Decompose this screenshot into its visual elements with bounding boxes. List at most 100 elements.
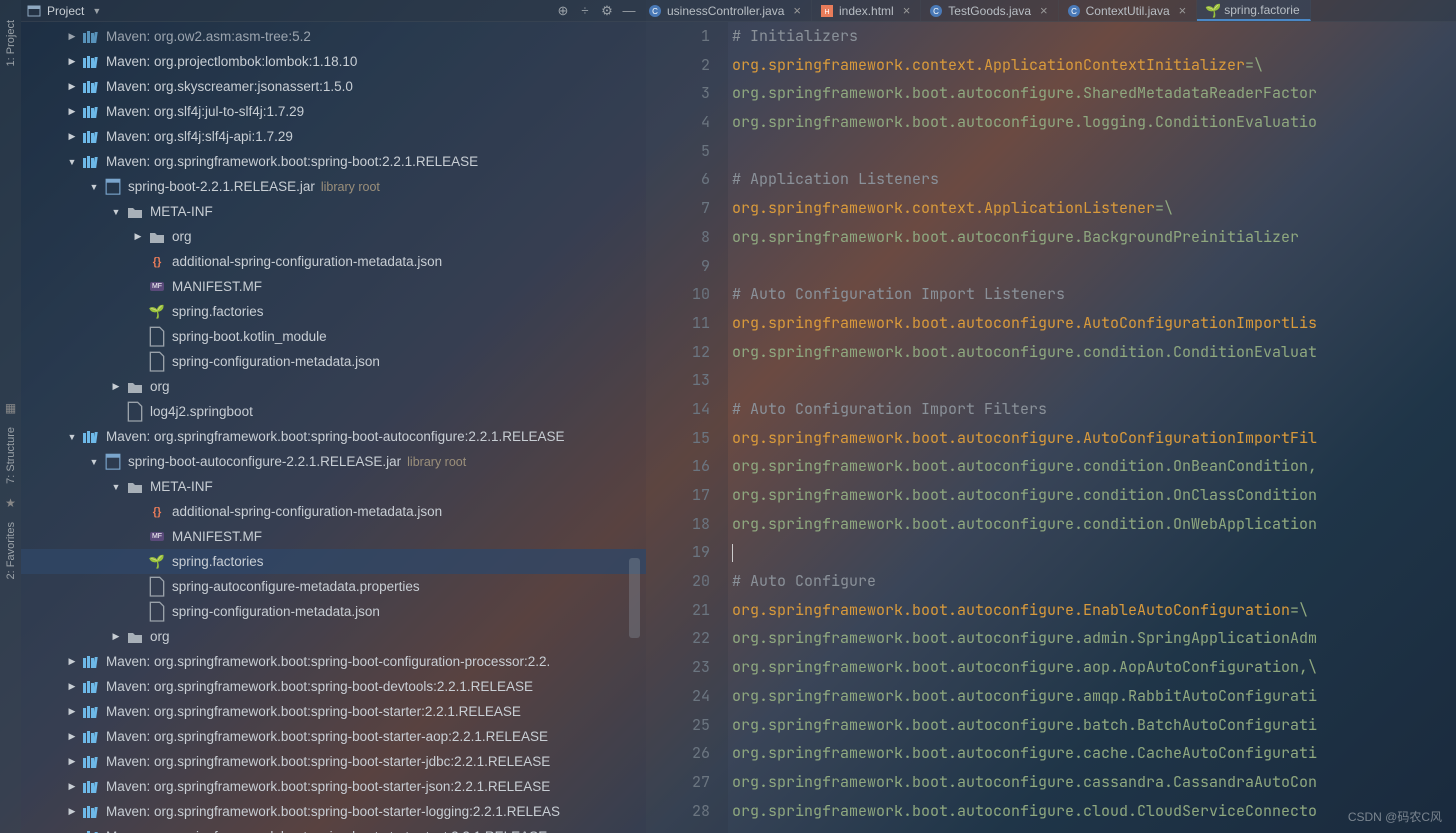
tab-contextutiljava[interactable]: CContextUtil.java× bbox=[1059, 0, 1198, 21]
code-line[interactable]: org.springframework.boot.autoconfigure.c… bbox=[732, 739, 1456, 768]
code-line[interactable]: org.springframework.context.ApplicationC… bbox=[732, 51, 1456, 80]
tree-item[interactable]: spring-autoconfigure-metadata.properties bbox=[21, 574, 646, 599]
tree-arrow-icon[interactable]: ▶ bbox=[65, 131, 79, 142]
code-line[interactable]: org.springframework.boot.autoconfigure.A… bbox=[732, 424, 1456, 453]
tree-item[interactable]: {}additional-spring-configuration-metada… bbox=[21, 249, 646, 274]
tree-item[interactable]: ▶org bbox=[21, 224, 646, 249]
tree-arrow-icon[interactable]: ▶ bbox=[65, 81, 79, 92]
tree-arrow-icon[interactable]: ▼ bbox=[109, 207, 123, 217]
code-line[interactable] bbox=[732, 137, 1456, 166]
tool-project[interactable]: 1: Project bbox=[5, 20, 17, 66]
code-line[interactable]: org.springframework.context.ApplicationL… bbox=[732, 194, 1456, 223]
tree-item[interactable]: ▶Maven: org.slf4j:jul-to-slf4j:1.7.29 bbox=[21, 99, 646, 124]
code-line[interactable]: org.springframework.boot.autoconfigure.E… bbox=[732, 596, 1456, 625]
tree-item[interactable]: ▶org bbox=[21, 374, 646, 399]
tree-item[interactable]: MFMANIFEST.MF bbox=[21, 524, 646, 549]
tree-arrow-icon[interactable]: ▶ bbox=[65, 806, 79, 817]
dropdown-icon[interactable]: ▼ bbox=[92, 6, 101, 16]
tree-item[interactable]: ▶Maven: org.slf4j:slf4j-api:1.7.29 bbox=[21, 124, 646, 149]
code-line[interactable]: # Application Listeners bbox=[732, 165, 1456, 194]
tree-item[interactable]: ▼spring-boot-autoconfigure-2.2.1.RELEASE… bbox=[21, 449, 646, 474]
tree-arrow-icon[interactable]: ▶ bbox=[131, 231, 145, 242]
tree-item[interactable]: spring-boot.kotlin_module bbox=[21, 324, 646, 349]
tree-item[interactable]: ▼Maven: org.springframework.boot:spring-… bbox=[21, 424, 646, 449]
tree-arrow-icon[interactable]: ▼ bbox=[87, 182, 101, 192]
tree-item[interactable]: ▶Maven: org.ow2.asm:asm-tree:5.2 bbox=[21, 24, 646, 49]
tree-item[interactable]: ▶Maven: org.springframework.boot:spring-… bbox=[21, 774, 646, 799]
code-line[interactable]: org.springframework.boot.autoconfigure.c… bbox=[732, 452, 1456, 481]
code-line[interactable]: org.springframework.boot.autoconfigure.a… bbox=[732, 653, 1456, 682]
code-line[interactable]: org.springframework.boot.autoconfigure.c… bbox=[732, 768, 1456, 797]
tree-item[interactable]: ▶Maven: org.springframework.boot:spring-… bbox=[21, 699, 646, 724]
tab-usinesscontrollerjava[interactable]: CusinessController.java× bbox=[646, 0, 812, 21]
tree-item[interactable]: ▶Maven: org.springframework.boot:spring-… bbox=[21, 824, 646, 833]
code-line[interactable] bbox=[732, 366, 1456, 395]
tool-structure[interactable]: 7: Structure bbox=[5, 427, 17, 484]
tree-arrow-icon[interactable]: ▶ bbox=[65, 706, 79, 717]
code-line[interactable]: # Auto Configuration Import Filters bbox=[732, 395, 1456, 424]
tree-arrow-icon[interactable]: ▶ bbox=[109, 631, 123, 642]
tree-item[interactable]: ▼META-INF bbox=[21, 474, 646, 499]
tree-arrow-icon[interactable]: ▶ bbox=[65, 31, 79, 42]
code-line[interactable]: # Auto Configuration Import Listeners bbox=[732, 280, 1456, 309]
tree-arrow-icon[interactable]: ▶ bbox=[65, 756, 79, 767]
tree-item[interactable]: ▶Maven: org.springframework.boot:spring-… bbox=[21, 799, 646, 824]
tree-arrow-icon[interactable]: ▶ bbox=[65, 731, 79, 742]
tree-item[interactable]: ▶Maven: org.springframework.boot:spring-… bbox=[21, 724, 646, 749]
tree-item[interactable]: ▼META-INF bbox=[21, 199, 646, 224]
code-line[interactable]: org.springframework.boot.autoconfigure.S… bbox=[732, 79, 1456, 108]
tree-arrow-icon[interactable]: ▶ bbox=[65, 56, 79, 67]
code-line[interactable]: # Initializers bbox=[732, 22, 1456, 51]
tree-item[interactable]: ▶Maven: org.springframework.boot:spring-… bbox=[21, 749, 646, 774]
tool-favorites[interactable]: 2: Favorites bbox=[5, 522, 17, 579]
close-icon[interactable]: × bbox=[903, 3, 911, 18]
tree-arrow-icon[interactable]: ▶ bbox=[65, 656, 79, 667]
code-line[interactable]: org.springframework.boot.autoconfigure.c… bbox=[732, 481, 1456, 510]
code-line[interactable] bbox=[732, 538, 1456, 567]
expand-all-icon[interactable]: ÷ bbox=[574, 3, 596, 18]
tree-arrow-icon[interactable]: ▼ bbox=[109, 482, 123, 492]
tree-item[interactable]: MFMANIFEST.MF bbox=[21, 274, 646, 299]
tree-item[interactable]: spring-configuration-metadata.json bbox=[21, 349, 646, 374]
tab-springfactorie[interactable]: 🌱spring.factorie bbox=[1197, 0, 1310, 21]
tree-arrow-icon[interactable]: ▶ bbox=[65, 106, 79, 117]
tree-item[interactable]: ▶Maven: org.projectlombok:lombok:1.18.10 bbox=[21, 49, 646, 74]
code-line[interactable]: org.springframework.boot.autoconfigure.l… bbox=[732, 108, 1456, 137]
tree-item[interactable]: {}additional-spring-configuration-metada… bbox=[21, 499, 646, 524]
tab-indexhtml[interactable]: Hindex.html× bbox=[812, 0, 921, 21]
code-line[interactable]: org.springframework.boot.autoconfigure.c… bbox=[732, 338, 1456, 367]
code-line[interactable]: org.springframework.boot.autoconfigure.B… bbox=[732, 223, 1456, 252]
tree-item[interactable]: ▶Maven: org.springframework.boot:spring-… bbox=[21, 649, 646, 674]
code-line[interactable]: org.springframework.boot.autoconfigure.a… bbox=[732, 682, 1456, 711]
code-line[interactable]: org.springframework.boot.autoconfigure.A… bbox=[732, 309, 1456, 338]
code-line[interactable]: org.springframework.boot.autoconfigure.a… bbox=[732, 624, 1456, 653]
tree-item[interactable]: ▼Maven: org.springframework.boot:spring-… bbox=[21, 149, 646, 174]
tree-item[interactable]: ▶Maven: org.skyscreamer:jsonassert:1.5.0 bbox=[21, 74, 646, 99]
tree-item[interactable]: ▶org bbox=[21, 624, 646, 649]
tree-item[interactable]: spring-configuration-metadata.json bbox=[21, 599, 646, 624]
code-line[interactable]: org.springframework.boot.autoconfigure.b… bbox=[732, 711, 1456, 740]
close-icon[interactable]: × bbox=[793, 3, 801, 18]
code-line[interactable] bbox=[732, 252, 1456, 281]
settings-icon[interactable]: ⚙ bbox=[596, 3, 618, 19]
tree-arrow-icon[interactable]: ▼ bbox=[87, 457, 101, 467]
tree-item[interactable]: ▶Maven: org.springframework.boot:spring-… bbox=[21, 674, 646, 699]
tree-item[interactable]: 🌱spring.factories bbox=[21, 299, 646, 324]
tree-item[interactable]: 🌱spring.factories bbox=[21, 549, 646, 574]
tree-scrollbar[interactable] bbox=[629, 558, 640, 638]
code-line[interactable]: # Auto Configure bbox=[732, 567, 1456, 596]
tree-arrow-icon[interactable]: ▼ bbox=[65, 432, 79, 442]
code-editor[interactable]: # Initializersorg.springframework.contex… bbox=[728, 22, 1456, 833]
tree-arrow-icon[interactable]: ▶ bbox=[109, 381, 123, 392]
project-tree[interactable]: ▶Maven: org.ow2.asm:asm-tree:5.2▶Maven: … bbox=[21, 22, 646, 833]
close-icon[interactable]: × bbox=[1179, 3, 1187, 18]
tree-arrow-icon[interactable]: ▶ bbox=[65, 781, 79, 792]
tree-item[interactable]: ▼spring-boot-2.2.1.RELEASE.jarlibrary ro… bbox=[21, 174, 646, 199]
tree-arrow-icon[interactable]: ▼ bbox=[65, 157, 79, 167]
hide-icon[interactable]: — bbox=[618, 3, 640, 18]
select-opened-file-icon[interactable]: ⊕ bbox=[552, 3, 574, 19]
tree-item[interactable]: log4j2.springboot bbox=[21, 399, 646, 424]
close-icon[interactable]: × bbox=[1040, 3, 1048, 18]
tree-arrow-icon[interactable]: ▶ bbox=[65, 681, 79, 692]
tab-testgoodsjava[interactable]: CTestGoods.java× bbox=[921, 0, 1058, 21]
